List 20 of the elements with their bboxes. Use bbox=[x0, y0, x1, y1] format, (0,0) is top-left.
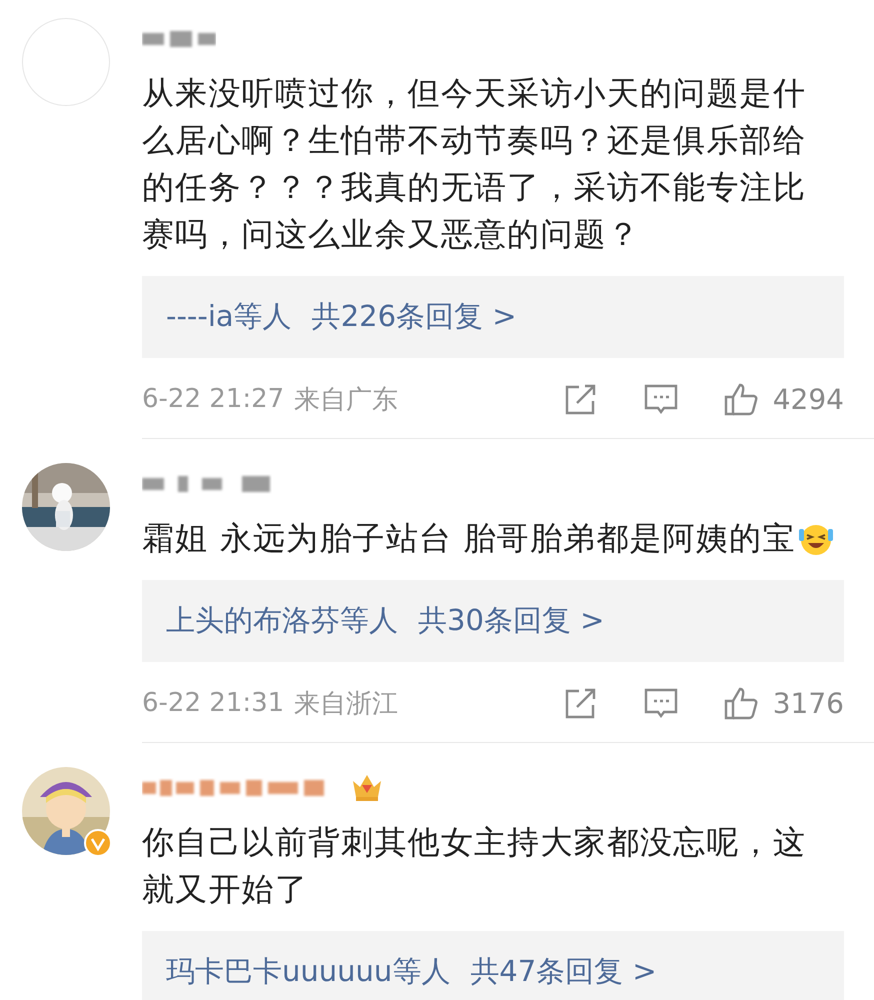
reply-count-link[interactable]: 共47条回复 > bbox=[470, 952, 657, 992]
like-count: 4294 bbox=[772, 382, 844, 416]
comment-time: 6-22 21:31 bbox=[142, 688, 284, 718]
reply-count-link[interactable]: 共226条回复 > bbox=[312, 297, 517, 337]
replies-panel[interactable]: 玛卡巴卡uuuuuu等人 共47条回复 > bbox=[142, 931, 844, 1000]
replies-panel[interactable]: 上头的布洛芬等人 共30条回复 > bbox=[142, 580, 844, 662]
comment-text: 从来没听喷过你，但今天采访小天的问题是什么居心啊？生怕带不动节奏吗？还是俱乐部给的任务？？？我真的无语了，采访不能专注比赛吗，问这么业余又恶意的问题？ bbox=[142, 73, 807, 255]
comment-location: 来自浙江 bbox=[294, 688, 398, 720]
reply-users-link[interactable]: 上头的布洛芬等人 bbox=[166, 601, 398, 641]
like-icon[interactable] bbox=[722, 685, 759, 721]
reply-users-link[interactable]: ----ia等人 bbox=[166, 297, 292, 337]
like-icon[interactable] bbox=[722, 381, 759, 417]
comment-time: 6-22 21:27 bbox=[142, 384, 284, 414]
comment-location: 来自广东 bbox=[294, 384, 398, 416]
reply-count-link[interactable]: 共30条回复 > bbox=[418, 601, 604, 641]
comment-text: 你自己以前背刺其他女主持大家都没忘呢，这就又开始了 bbox=[142, 822, 807, 910]
reply-users-link[interactable]: 玛卡巴卡uuuuuu等人 bbox=[166, 952, 450, 992]
like-count: 3176 bbox=[772, 686, 844, 720]
comment-text: 霜姐 永远为胎子站台 胎哥胎弟都是阿姨的宝 bbox=[142, 518, 796, 559]
replies-panel[interactable]: ----ia等人 共226条回复 > bbox=[142, 276, 844, 358]
